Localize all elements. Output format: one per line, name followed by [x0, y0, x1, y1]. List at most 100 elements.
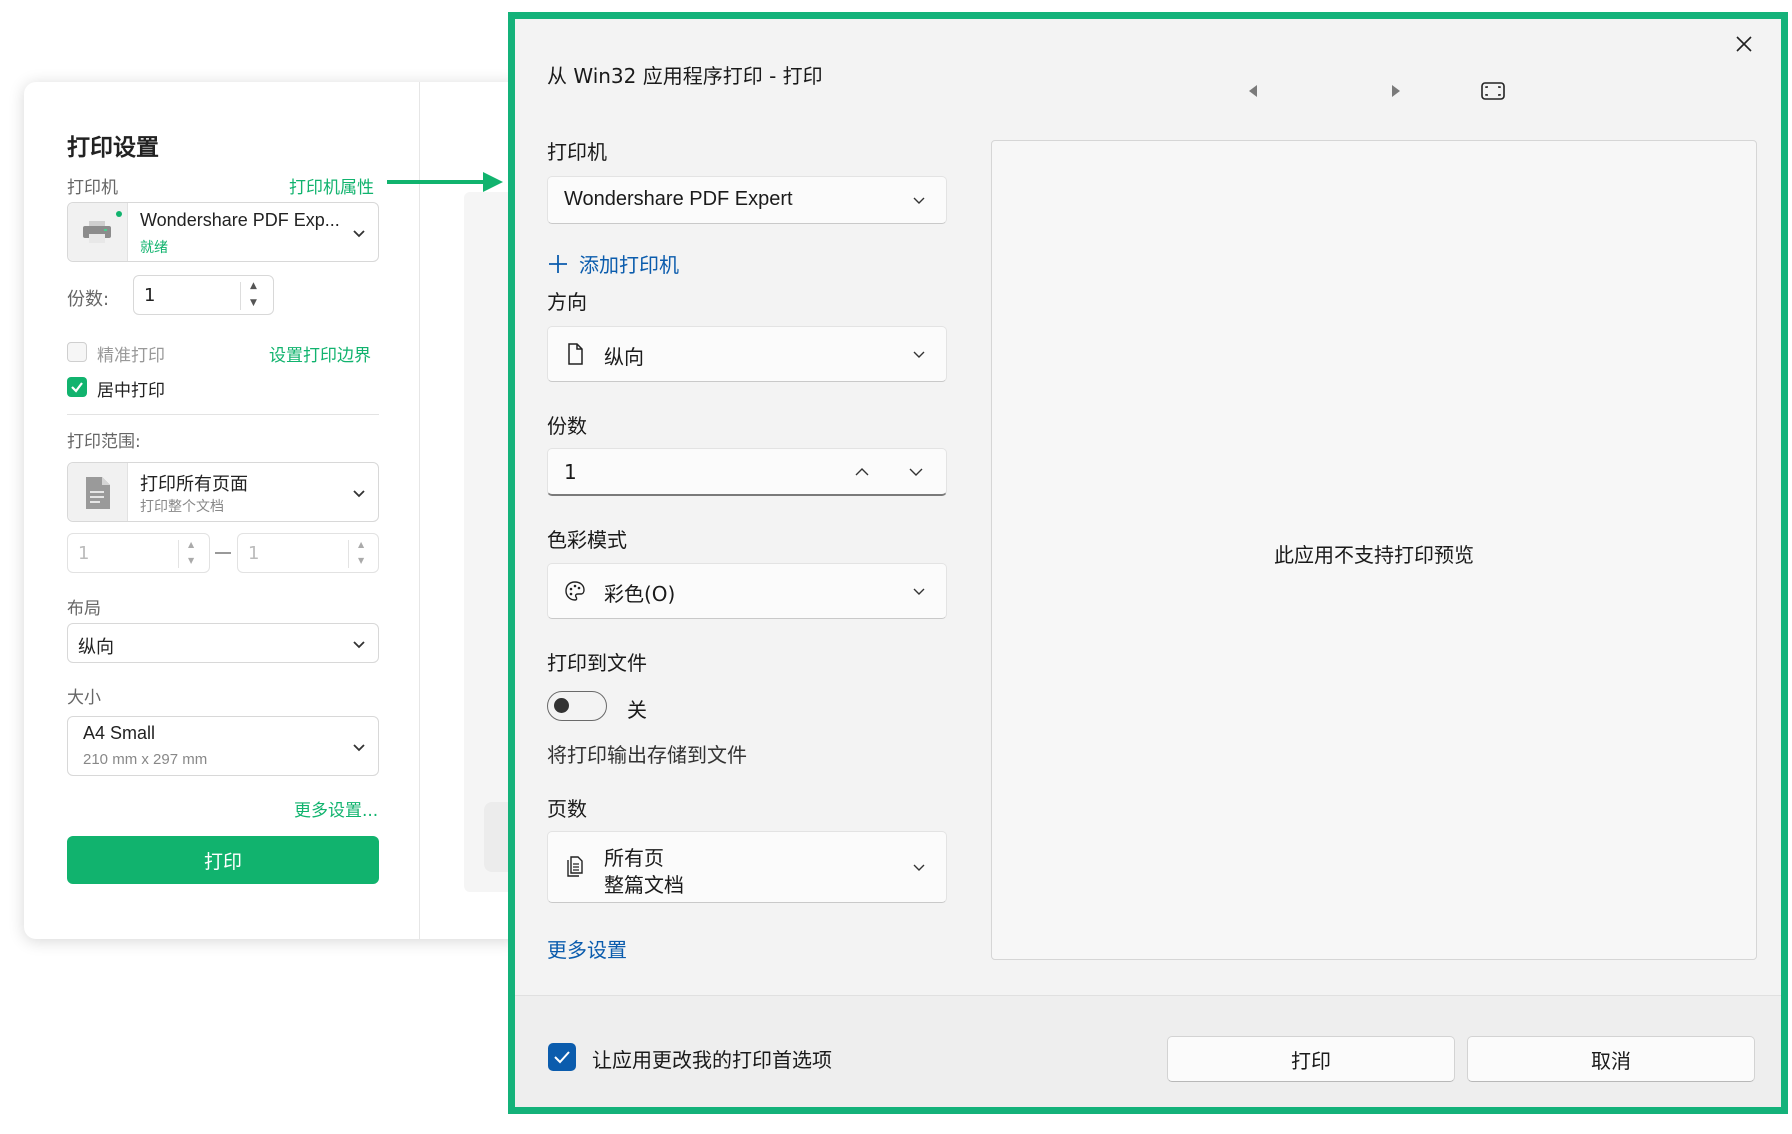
chevron-down-icon [913, 197, 925, 204]
range-from-input[interactable]: 1 ▲ ▼ [67, 533, 210, 573]
chevron-down-icon [913, 351, 925, 358]
allow-app-change-checkbox[interactable] [548, 1043, 576, 1071]
printer-icon [83, 221, 111, 243]
print-to-file-toggle[interactable] [547, 691, 607, 721]
more-settings-link[interactable]: 更多设置 [547, 934, 627, 963]
stepper-down-icon[interactable]: ▼ [188, 556, 194, 565]
printer-select[interactable]: Wondershare PDF Exp... 就绪 [67, 202, 379, 262]
layout-select[interactable]: 纵向 [67, 623, 379, 663]
dialog-title: 从 Win32 应用程序打印 - 打印 [547, 64, 823, 88]
add-printer-link[interactable]: 添加打印机 [547, 249, 679, 278]
pages-dropdown[interactable]: 所有页 整篇文档 [547, 831, 947, 903]
orientation-value: 纵向 [604, 345, 644, 369]
checkmark-icon [71, 382, 83, 393]
windows-print-dialog: 从 Win32 应用程序打印 - 打印 打印机 Wondershare PDF … [508, 12, 1788, 1114]
copies-value: 1 [144, 285, 156, 306]
orientation-dropdown[interactable]: 纵向 [547, 326, 947, 382]
stepper-divider [178, 540, 179, 568]
print-range-main: 打印所有页面 [140, 474, 248, 495]
precise-print-checkbox[interactable] [67, 342, 87, 362]
range-from-value: 1 [78, 543, 90, 564]
printer-label: 打印机 [547, 140, 607, 164]
color-mode-dropdown[interactable]: 彩色(O) [547, 563, 947, 619]
orientation-label: 方向 [547, 290, 587, 314]
print-settings-panel: 打印设置 打印机 打印机属性 Wondershare PDF Exp... 就绪… [24, 82, 520, 939]
stepper-up-icon[interactable]: ▲ [358, 540, 364, 549]
set-print-margin-link[interactable]: 设置打印边界 [269, 341, 371, 366]
print-range-label: 打印范围: [67, 432, 141, 452]
previous-page-icon[interactable] [1248, 84, 1258, 98]
chevron-down-icon [913, 864, 925, 871]
stepper-down-icon[interactable]: ▼ [358, 556, 364, 565]
dialog-footer: 让应用更改我的打印首选项 打印 取消 [515, 995, 1781, 1107]
color-mode-value: 彩色(O) [604, 582, 676, 606]
size-sub: 210 mm x 297 mm [83, 751, 208, 768]
stepper-divider [348, 540, 349, 568]
print-button[interactable]: 打印 [1167, 1036, 1455, 1082]
chevron-down-icon [351, 485, 367, 501]
copies-label: 份数 [547, 414, 587, 438]
checkmark-icon [554, 1051, 570, 1064]
printer-label: 打印机 [67, 178, 118, 198]
pages-sub: 整篇文档 [604, 873, 684, 897]
pages-icon [567, 856, 583, 877]
stepper-down-icon[interactable]: ▼ [250, 298, 257, 308]
print-to-file-label: 打印到文件 [547, 651, 647, 675]
print-range-select[interactable]: 打印所有页面 打印整个文档 [67, 462, 379, 522]
cancel-button[interactable]: 取消 [1467, 1036, 1755, 1082]
size-select[interactable]: A4 Small 210 mm x 297 mm [67, 716, 379, 776]
plus-icon [549, 254, 567, 273]
layout-value: 纵向 [78, 637, 114, 658]
print-button[interactable]: 打印 [67, 836, 379, 884]
copies-stepper[interactable]: 1 ▲ ▼ [133, 275, 274, 315]
palette-icon [565, 581, 585, 601]
printer-status: 就绪 [140, 240, 168, 256]
stepper-divider [240, 282, 241, 310]
stepper-up-icon[interactable]: ▲ [188, 540, 194, 549]
chevron-down-icon[interactable] [908, 465, 924, 479]
copies-label: 份数: [67, 289, 110, 310]
chevron-down-icon [351, 636, 367, 652]
panel-title: 打印设置 [67, 135, 159, 161]
center-print-label: 居中打印 [97, 381, 165, 401]
pages-main: 所有页 [604, 846, 664, 870]
precise-print-label: 精准打印 [97, 346, 165, 366]
chevron-down-icon [351, 225, 367, 241]
page-icon [568, 343, 583, 365]
copies-spinner[interactable]: 1 [547, 448, 947, 496]
printer-name: Wondershare PDF Exp... [140, 210, 340, 230]
center-print-checkbox[interactable] [67, 377, 87, 397]
print-to-file-description: 将打印输出存储到文件 [547, 743, 747, 767]
callout-arrow-icon [387, 172, 503, 192]
chevron-down-icon [351, 739, 367, 755]
fit-page-icon[interactable] [1481, 82, 1505, 100]
close-icon[interactable] [1735, 35, 1753, 53]
printer-value: Wondershare PDF Expert [564, 188, 793, 210]
size-main: A4 Small [83, 723, 156, 743]
range-icon-area [68, 463, 128, 521]
range-to-value: 1 [248, 543, 260, 564]
layout-label: 布局 [67, 599, 101, 619]
range-to-input[interactable]: 1 ▲ ▼ [237, 533, 379, 573]
more-settings-link[interactable]: 更多设置... [294, 796, 378, 821]
add-printer-label: 添加打印机 [579, 253, 679, 277]
print-settings-form: 打印设置 打印机 打印机属性 Wondershare PDF Exp... 就绪… [24, 82, 420, 939]
printer-icon-area [68, 203, 128, 261]
divider [67, 414, 379, 415]
copies-value: 1 [564, 460, 577, 484]
print-to-file-state: 关 [627, 698, 647, 722]
next-page-icon[interactable] [1391, 84, 1401, 98]
chevron-down-icon [913, 588, 925, 595]
color-mode-label: 色彩模式 [547, 528, 627, 552]
printer-dropdown[interactable]: Wondershare PDF Expert [547, 176, 947, 224]
chevron-up-icon[interactable] [854, 465, 870, 479]
size-label: 大小 [67, 688, 101, 708]
print-preview-area: 此应用不支持打印预览 [991, 140, 1757, 960]
pages-label: 页数 [547, 797, 587, 821]
printer-status-dot [116, 211, 122, 217]
print-range-sub: 打印整个文档 [140, 499, 224, 515]
stepper-up-icon[interactable]: ▲ [250, 281, 257, 291]
printer-properties-link[interactable]: 打印机属性 [289, 173, 374, 198]
document-icon [86, 477, 110, 509]
range-dash [215, 552, 231, 554]
